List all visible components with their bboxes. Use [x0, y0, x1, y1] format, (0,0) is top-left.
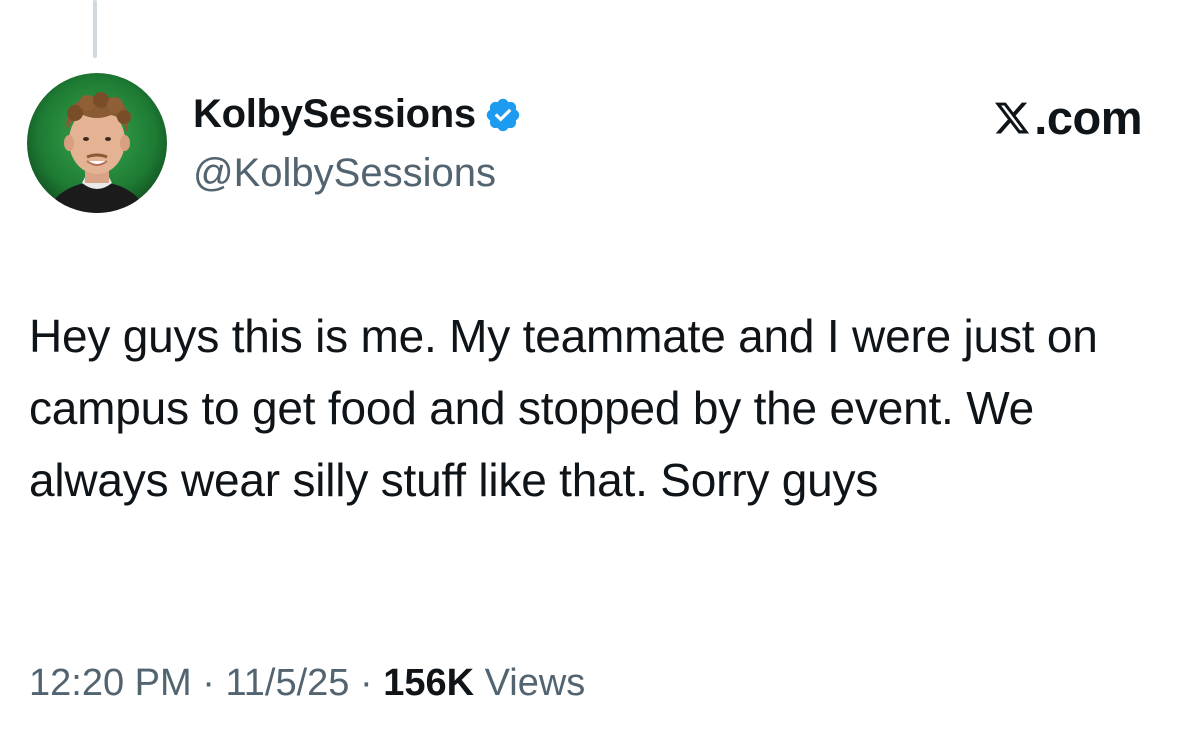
brand-text: .com — [1034, 91, 1142, 144]
author-handle[interactable]: @KolbySessions — [193, 151, 496, 196]
avatar-image — [27, 73, 167, 213]
views-count: 156K — [383, 662, 475, 704]
meta-separator: · — [359, 662, 373, 704]
verified-badge-icon — [484, 96, 522, 134]
tweet-body: Hey guys this is me. My teammate and I w… — [29, 310, 1098, 506]
author-display-name[interactable]: KolbySessions — [193, 92, 476, 137]
meta-separator: · — [202, 662, 215, 704]
tweet-time[interactable]: 12:20 PM — [29, 662, 192, 704]
brand-watermark: .com — [992, 90, 1142, 145]
author-name-row: KolbySessions — [193, 92, 522, 137]
x-logo-icon — [992, 99, 1032, 137]
thread-connector-line — [93, 0, 97, 58]
views-label: Views — [484, 662, 586, 704]
avatar[interactable] — [27, 73, 167, 213]
tweet-date[interactable]: 11/5/25 — [225, 662, 349, 704]
tweet-metadata: 12:20 PM · 11/5/25 · 156K Views — [29, 662, 585, 705]
